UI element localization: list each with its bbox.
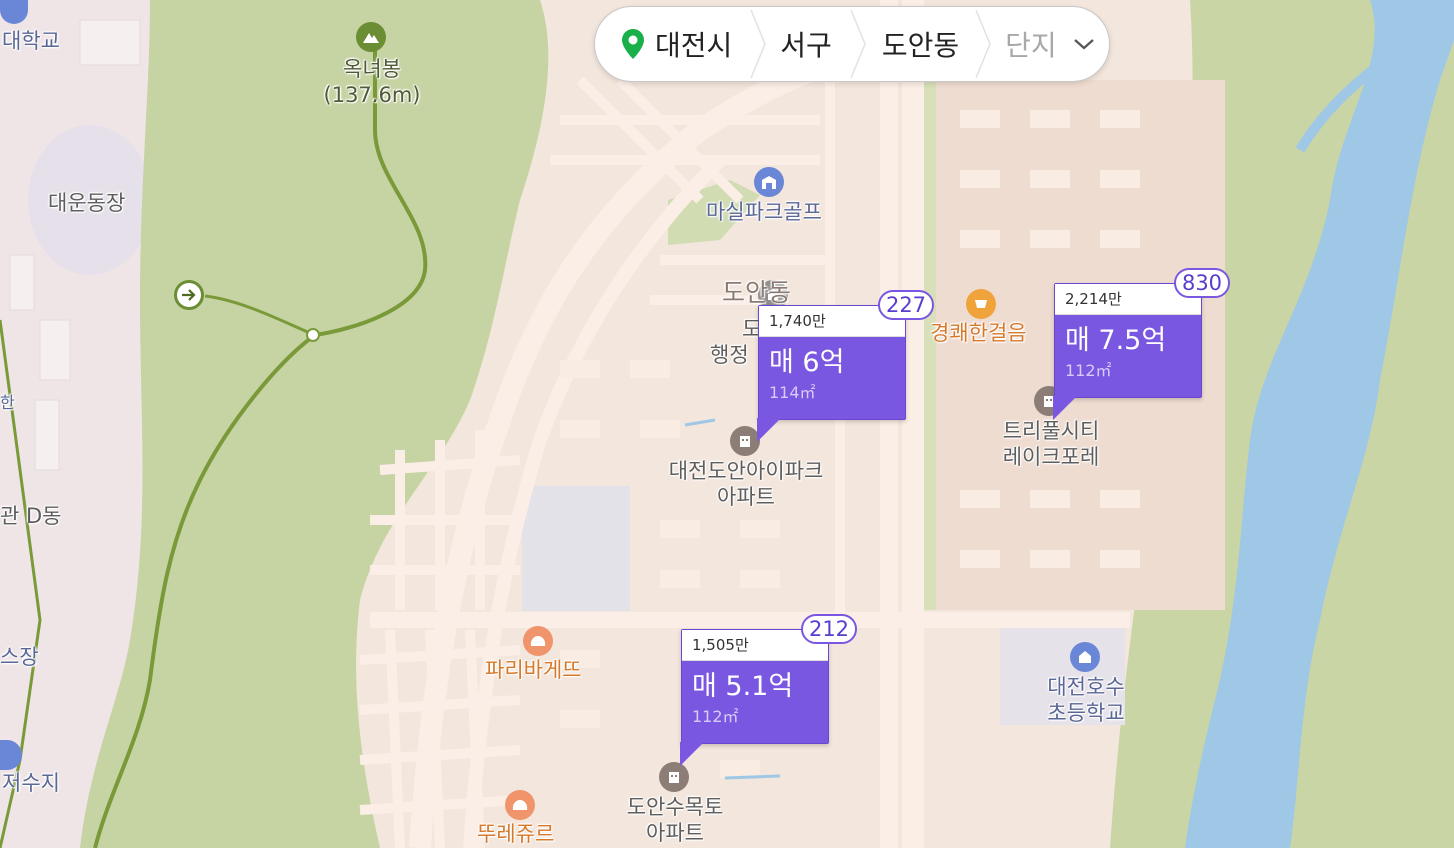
sale-price: 매 6억 <box>769 347 845 378</box>
bakery-icon <box>523 626 553 656</box>
label-trail-shop: 경쾌한걸음 <box>930 321 1027 345</box>
label-left-seu: 스장 <box>0 645 39 669</box>
marker-tail <box>680 742 704 766</box>
listing-count-badge: 830 <box>1174 268 1230 298</box>
trail-arrow-icon[interactable] <box>174 280 204 310</box>
apartment-icon <box>730 426 760 456</box>
peak-name: 옥녀봉 <box>343 57 401 81</box>
label-paris: 파리바게뜨 <box>485 658 582 682</box>
breadcrumb-city[interactable]: 대전시 <box>653 7 734 81</box>
bakery-icon <box>505 790 535 820</box>
chevron-down-icon <box>1073 37 1095 51</box>
price-marker-box: 2,214만 매 7.5억 112㎡ <box>1054 283 1202 398</box>
apt-tripul-line2: 레이크포레 <box>1002 445 1100 470</box>
admin-center-line1: 도 <box>742 317 762 341</box>
label-apt-ipark: 대전도안아이파크 아파트 <box>660 458 832 511</box>
peak-height: (137.6m) <box>323 83 421 108</box>
chevron-right-icon <box>742 6 774 82</box>
label-school: 대전호수 초등학교 <box>1036 674 1136 727</box>
chevron-right-icon <box>842 6 874 82</box>
label-left-reservoir: 저수지 <box>2 771 60 795</box>
sale-price: 매 7.5억 <box>1065 325 1167 356</box>
label-golf: 마실파크골프 <box>706 200 822 224</box>
apt-ipark-line2: 아파트 <box>717 485 775 510</box>
listing-count-badge: 212 <box>801 614 857 644</box>
location-pin-icon <box>621 28 645 60</box>
breadcrumb-district[interactable]: 서구 <box>778 7 834 81</box>
label-left-d: 관 D동 <box>0 504 62 528</box>
apt-tripul-line1: 트리풀시티 <box>1002 419 1100 443</box>
apt-ipark-line1: 대전도안아이파크 <box>668 459 824 483</box>
golf-icon <box>754 167 784 197</box>
label-admin-center: 도 행정 <box>710 316 761 369</box>
price-marker-box: 1,505만 매 5.1억 112㎡ <box>681 629 829 744</box>
area: 112㎡ <box>1065 361 1112 380</box>
marker-tail <box>1053 396 1077 420</box>
listing-count-badge: 227 <box>878 290 934 320</box>
chevron-right-icon <box>967 6 999 82</box>
label-left-edge: 한 <box>0 393 15 412</box>
apt-sumok-line2: 아파트 <box>646 821 704 846</box>
school-icon <box>1070 642 1100 672</box>
breadcrumb-district-label: 서구 <box>780 29 832 62</box>
label-university: 대학교 <box>2 29 60 53</box>
label-apt-sumok: 도안수목토 아파트 <box>616 794 734 847</box>
price-marker-box: 1,740만 매 6억 114㎡ <box>758 305 906 420</box>
breadcrumb-dong[interactable]: 도안동 <box>880 7 961 81</box>
school-line1: 대전호수 <box>1047 675 1125 699</box>
area: 112㎡ <box>692 707 739 726</box>
trail-shop-icon <box>966 289 996 319</box>
school-line2: 초등학교 <box>1047 701 1125 726</box>
complex-select[interactable]: 단지 <box>1003 7 1095 81</box>
breadcrumb-city-label: 대전시 <box>655 29 733 62</box>
label-dong-area: 도안동 <box>722 278 792 307</box>
label-tous: 뚜레쥬르 <box>477 822 555 846</box>
breadcrumb-dong-label: 도안동 <box>881 29 960 62</box>
label-stadium: 대운동장 <box>48 191 126 215</box>
label-apt-tripul: 트리풀시티 레이크포레 <box>994 418 1108 471</box>
admin-center-line2: 행정 <box>710 343 749 368</box>
complex-select-label: 단지 <box>1005 29 1057 62</box>
label-peak: 옥녀봉 (137.6m) <box>322 56 422 109</box>
marker-tail <box>757 418 781 442</box>
location-breadcrumb: 대전시 서구 도안동 단지 <box>594 6 1110 82</box>
peak-icon <box>356 22 386 52</box>
apartment-icon <box>659 762 689 792</box>
apt-sumok-line1: 도안수목토 <box>626 795 724 819</box>
sale-price: 매 5.1억 <box>692 671 794 702</box>
area: 114㎡ <box>769 383 816 402</box>
